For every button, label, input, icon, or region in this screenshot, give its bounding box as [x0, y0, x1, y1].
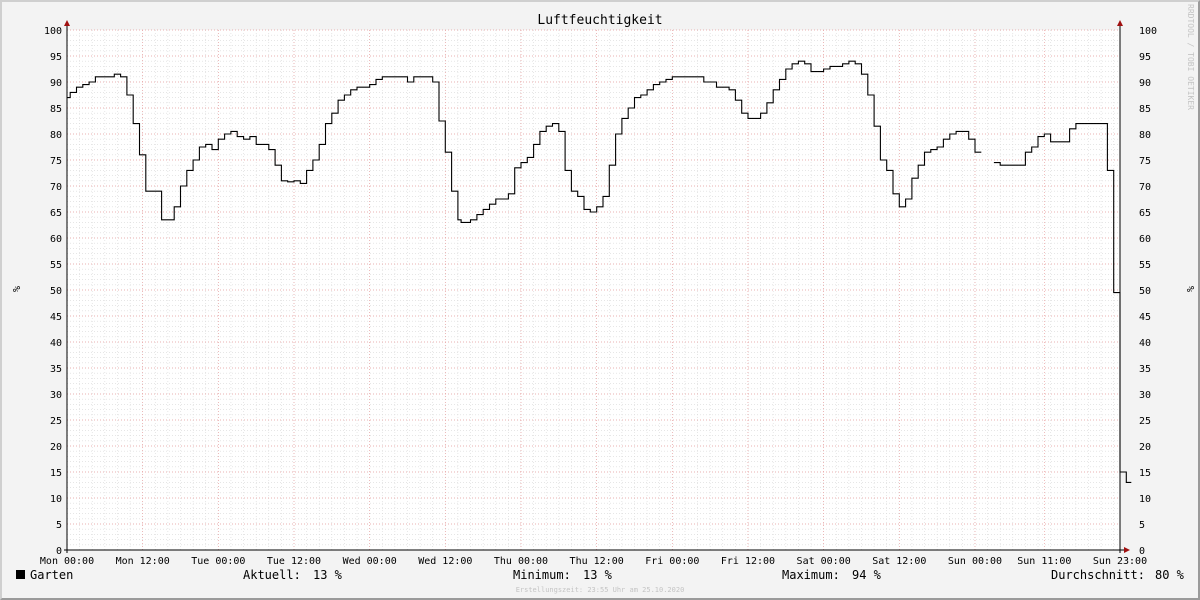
y-tick-label: 35	[50, 364, 62, 375]
y-tick-label: 45	[50, 312, 62, 323]
x-tick-label: Thu 00:00	[494, 556, 548, 567]
legend-avg-label: Durchschnitt:	[1051, 568, 1145, 582]
y-tick-label: 90	[1139, 78, 1151, 89]
y-tick-label: 15	[1139, 468, 1151, 479]
y-tick-label: 60	[1139, 234, 1151, 245]
y-tick-label: 55	[50, 260, 62, 271]
y-tick-label: 10	[50, 494, 62, 505]
x-tick-labels: Mon 00:00 Mon 12:00 Tue 00:00 Tue 12:00 Wed …	[40, 556, 1147, 567]
x-tick-label: Wed 12:00	[418, 556, 472, 567]
x-tick-label: Thu 12:00	[570, 556, 624, 567]
y-tick-label: 60	[50, 234, 62, 245]
y-tick-label: 80	[1139, 130, 1151, 141]
x-tick-label: Sat 00:00	[797, 556, 851, 567]
y-tick-label: 75	[50, 156, 62, 167]
y-tick-label: 70	[50, 182, 62, 193]
x-tick-label: Wed 00:00	[343, 556, 397, 567]
y-tick-label: 75	[1139, 156, 1151, 167]
x-tick-label: Fri 12:00	[721, 556, 775, 567]
plot-area	[67, 30, 1120, 550]
y-tick-label: 20	[50, 442, 62, 453]
y-tick-label: 85	[1139, 104, 1151, 115]
creation-time-footer: Erstellungszeit: 23:55 Uhr am 25.10.2020	[516, 586, 685, 594]
legend-max-value: 94 %	[852, 568, 882, 582]
y-tick-label: 25	[50, 416, 62, 427]
legend-min-label: Minimum:	[513, 568, 571, 582]
y-tick-label: 5	[56, 520, 62, 531]
y-axis-arrow-right	[1117, 20, 1123, 26]
y-tick-label: 25	[1139, 416, 1151, 427]
x-axis-arrow	[1124, 547, 1130, 553]
x-tick-label: Fri 00:00	[645, 556, 699, 567]
x-tick-label: Tue 12:00	[267, 556, 321, 567]
legend-current-label: Aktuell:	[243, 568, 301, 582]
y-tick-label: 50	[1139, 286, 1151, 297]
y-tick-label: 10	[1139, 494, 1151, 505]
y-tick-label: 100	[44, 26, 62, 37]
y-tick-label: 35	[1139, 364, 1151, 375]
y-tick-label: 95	[1139, 52, 1151, 63]
y-tick-label: 55	[1139, 260, 1151, 271]
legend-avg-value: 80 %	[1155, 568, 1185, 582]
y-tick-labels-left: 0510152025303540455055606570758085909510…	[44, 26, 62, 557]
y-tick-label: 80	[50, 130, 62, 141]
y-tick-label: 5	[1139, 520, 1145, 531]
y-tick-label: 95	[50, 52, 62, 63]
y-tick-label: 30	[1139, 390, 1151, 401]
y-tick-label: 70	[1139, 182, 1151, 193]
legend-swatch	[16, 570, 25, 579]
y-tick-label: 85	[50, 104, 62, 115]
graph-frame: 0 5 10 15 20 25 30 35 40 45 50 55 60 65 70 75 80 85 90 95 10…	[0, 0, 1200, 600]
y-tick-label: 65	[1139, 208, 1151, 219]
y-tick-label: 15	[50, 468, 62, 479]
legend-min-value: 13 %	[583, 568, 613, 582]
rrdtool-watermark: RRDTOOL / TOBI OETIKER	[1186, 4, 1195, 110]
y-tick-label: 20	[1139, 442, 1151, 453]
humidity-chart: 0510152025303540455055606570758085909510…	[10, 4, 1195, 594]
y-tick-label: 45	[1139, 312, 1151, 323]
y-tick-label: 30	[50, 390, 62, 401]
x-tick-label: Sun 00:00	[948, 556, 1002, 567]
y-axis-arrow-left	[64, 20, 70, 26]
x-tick-label: Mon 00:00	[40, 556, 94, 567]
legend-current-value: 13 %	[313, 568, 343, 582]
y-tick-label: 40	[50, 338, 62, 349]
y-tick-label: 50	[50, 286, 62, 297]
x-tick-label: Mon 12:00	[116, 556, 170, 567]
y-tick-label: 40	[1139, 338, 1151, 349]
chart-title: Luftfeuchtigkeit	[537, 13, 662, 28]
y-axis-label-left: %	[10, 286, 21, 292]
legend-max-label: Maximum:	[782, 568, 840, 582]
y-tick-label: 90	[50, 78, 62, 89]
x-tick-label: Sun 11:00	[1017, 556, 1071, 567]
x-tick-label: Sun 23:00	[1093, 556, 1147, 567]
y-tick-labels-right: 0510152025303540455055606570758085909510…	[1139, 26, 1157, 557]
legend-series-name: Garten	[30, 568, 73, 582]
x-tick-label: Sat 12:00	[872, 556, 926, 567]
x-tick-label: Tue 00:00	[191, 556, 245, 567]
y-tick-label: 100	[1139, 26, 1157, 37]
y-tick-label: 65	[50, 208, 62, 219]
y-axis-label-right: %	[1184, 286, 1195, 292]
